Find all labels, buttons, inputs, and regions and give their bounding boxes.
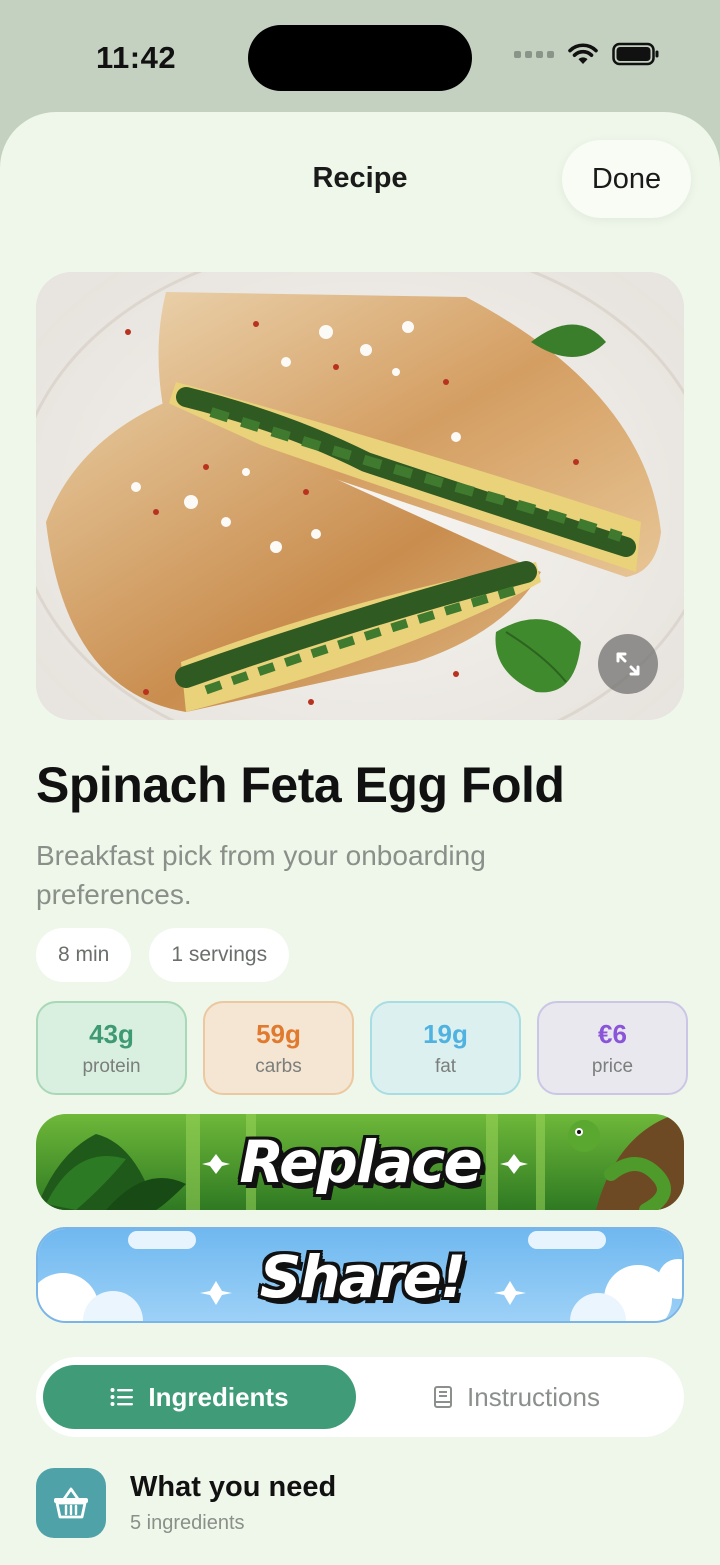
time-pill: 8 min	[36, 928, 132, 982]
recipe-title: Spinach Feta Egg Fold	[36, 757, 565, 813]
recipe-subtitle: Breakfast pick from your onboarding pref…	[36, 840, 486, 910]
macro-value: 19g	[423, 1018, 468, 1049]
expand-icon	[616, 652, 640, 676]
macro-carbs: 59g carbs	[203, 1001, 354, 1095]
ingredients-header-text: What you need 5 ingredients	[130, 1471, 336, 1535]
tab-label: Ingredients	[148, 1381, 289, 1412]
tab-instructions[interactable]: Instructions	[356, 1365, 677, 1429]
recipe-meta-pills: 8 min 1 servings	[36, 928, 290, 982]
done-button[interactable]: Done	[562, 140, 691, 218]
replace-button[interactable]: Replace	[36, 1114, 684, 1210]
macro-value: 59g	[256, 1018, 301, 1049]
macro-value: €6	[598, 1018, 627, 1049]
list-icon	[110, 1388, 134, 1406]
recipe-sheet: Recipe Done Spinach Feta Egg Fold Breakf…	[0, 112, 720, 1565]
macro-label: protein	[82, 1055, 141, 1077]
wifi-icon	[568, 43, 598, 64]
ingredients-header: What you need 5 ingredients	[36, 1468, 336, 1538]
servings-pill: 1 servings	[149, 928, 290, 982]
book-icon	[434, 1386, 453, 1408]
status-time: 11:42	[96, 40, 177, 75]
macro-value: 43g	[89, 1018, 134, 1049]
battery-icon	[612, 42, 659, 66]
ingredient-count: 5 ingredients	[130, 1512, 245, 1534]
macro-label: fat	[434, 1055, 457, 1077]
share-label: Share!	[259, 1243, 467, 1311]
macro-price: €6 price	[537, 1001, 688, 1095]
dynamic-island	[248, 25, 472, 91]
recipe-tabs: Ingredients Instructions	[36, 1357, 684, 1437]
signal-icon	[514, 50, 554, 58]
macro-label: price	[591, 1055, 634, 1077]
macro-label: carbs	[255, 1055, 302, 1077]
basket-icon	[36, 1468, 106, 1538]
share-button[interactable]: Share!	[36, 1227, 684, 1323]
expand-image-button[interactable]	[598, 634, 658, 694]
food-illustration	[36, 272, 684, 720]
recipe-hero-image[interactable]	[36, 272, 684, 720]
tab-ingredients[interactable]: Ingredients	[43, 1365, 356, 1429]
macro-protein: 43g protein	[36, 1001, 187, 1095]
tab-label: Instructions	[467, 1381, 600, 1412]
section-title: What you need	[130, 1471, 337, 1503]
replace-label: Replace	[239, 1128, 482, 1196]
macro-cards: 43g protein 59g carbs 19g fat €6 price	[36, 1001, 688, 1095]
status-bar: 11:42	[0, 0, 720, 112]
status-icons	[514, 42, 660, 66]
macro-fat: 19g fat	[370, 1001, 521, 1095]
